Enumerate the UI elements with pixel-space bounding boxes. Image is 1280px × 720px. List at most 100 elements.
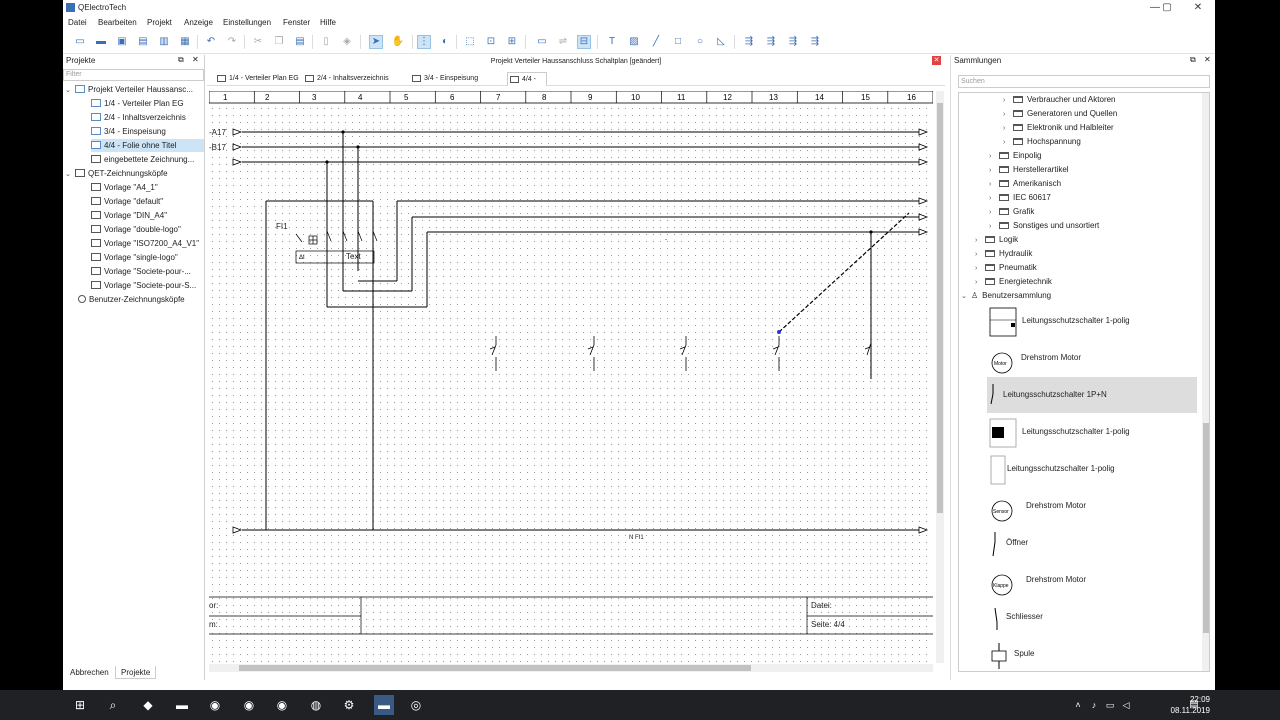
add-ellipse-icon[interactable]: ○ <box>693 35 707 49</box>
numbering-icon[interactable]: ⇶ <box>764 35 778 49</box>
paste-icon[interactable]: ▤ <box>293 35 307 49</box>
element-item[interactable]: Öffner <box>987 525 1197 561</box>
hand-tool-icon[interactable]: ✋ <box>391 35 405 49</box>
volume-icon[interactable]: ◁ <box>1118 697 1134 713</box>
save-as-icon[interactable]: ▤ <box>136 35 150 49</box>
tree-item-sheet[interactable]: 2/4 - Inhaltsverzeichnis <box>91 111 186 124</box>
qelectrotech-taskbar-icon[interactable]: ▬ <box>374 695 394 715</box>
element-item[interactable]: Sensor Drehstrom Motor <box>987 488 1197 524</box>
element-item[interactable]: Motor Drehstrom Motor <box>987 340 1197 376</box>
tree-item-titleblocks[interactable]: ⌄ QET-Zeichnungsköpfe <box>65 167 168 180</box>
collection-item[interactable]: › IEC 60617 <box>989 191 1051 204</box>
collection-search-input[interactable]: Suchen <box>958 75 1210 88</box>
collection-item[interactable]: › Logik <box>975 233 1018 246</box>
panel-float-icon[interactable]: ⧉ <box>1190 55 1196 65</box>
rotate-icon[interactable]: ◈ <box>340 35 354 49</box>
grid-icon[interactable]: ⋮ <box>417 35 431 49</box>
app-icon[interactable]: ◎ <box>408 697 424 713</box>
add-line-icon[interactable]: ╱ <box>649 35 663 49</box>
tree-item-template[interactable]: Vorlage "Societe-pour-S... <box>91 279 196 292</box>
delete-icon[interactable]: ▯ <box>319 35 333 49</box>
menu-hilfe[interactable]: Hilfe <box>320 18 336 27</box>
tree-item-embedded[interactable]: eingebettete Zeichnung... <box>91 153 194 166</box>
new-project-icon[interactable]: ▭ <box>73 35 87 49</box>
vertical-scrollbar[interactable] <box>936 91 944 663</box>
tree-item-template[interactable]: Vorlage "default" <box>91 195 163 208</box>
microphone-icon[interactable]: ♪ <box>1086 697 1102 713</box>
tree-item-project[interactable]: ⌄ Projekt Verteiler Haussansc... <box>65 83 193 96</box>
app-icon[interactable]: ◍ <box>308 697 324 713</box>
collection-item[interactable]: › Amerikanisch <box>989 177 1061 190</box>
close-project-icon[interactable]: ▥ <box>157 35 171 49</box>
select-all-icon[interactable]: ⬚ <box>463 35 477 49</box>
search-icon[interactable]: ⌕ <box>105 697 121 713</box>
collection-scrollbar[interactable] <box>1202 93 1209 671</box>
menu-anzeige[interactable]: Anzeige <box>184 18 213 27</box>
cut-icon[interactable]: ✂ <box>251 35 265 49</box>
close-button[interactable]: ✕ <box>1184 1 1212 15</box>
collection-item[interactable]: › Einpolig <box>989 149 1041 162</box>
add-row-icon[interactable]: ▭ <box>535 35 549 49</box>
select-tool-icon[interactable]: ➤ <box>369 35 383 49</box>
collection-item[interactable]: › Elektronik und Halbleiter <box>1003 121 1114 134</box>
tree-item-sheet-selected[interactable]: 4/4 - Folie ohne Titel <box>91 139 204 152</box>
tab-sheet-2[interactable]: 2/4 - Inhaltsverzeichnis <box>303 72 389 86</box>
element-item[interactable]: Leitungsschutzschalter 1-polig <box>987 451 1197 487</box>
add-text-icon[interactable]: T <box>605 35 619 49</box>
collection-item[interactable]: › Grafik <box>989 205 1034 218</box>
schematic-drawing[interactable]: 1 2 3 4 5 6 7 8 9 10 11 12 13 14 15 16 Δ… <box>209 91 933 663</box>
tree-item-template[interactable]: Vorlage "A4_1" <box>91 181 158 194</box>
element-item[interactable]: Spule <box>987 636 1197 671</box>
tab-sheet-3[interactable]: 3/4 - Einspeisung <box>410 72 478 86</box>
panel-close-icon[interactable]: ✕ <box>192 55 199 64</box>
tree-item-template[interactable]: Vorlage "ISO7200_A4_V1" <box>91 237 199 250</box>
tree-item-template[interactable]: Vorlage "double-logo" <box>91 223 181 236</box>
crossref-icon[interactable]: ⇶ <box>808 35 822 49</box>
tray-chevron-icon[interactable]: ˄ <box>1070 697 1086 713</box>
open-folder-icon[interactable]: ▬ <box>94 35 108 49</box>
notification-icon[interactable]: ▤ <box>1186 697 1202 713</box>
collection-item[interactable]: › Hydraulik <box>975 247 1032 260</box>
tab-projekte[interactable]: Projekte <box>115 666 157 679</box>
collection-item[interactable]: › Sonstiges und unsortiert <box>989 219 1099 232</box>
print-icon[interactable]: ▦ <box>178 35 192 49</box>
zoom-fit-icon[interactable]: ⊡ <box>484 35 498 49</box>
start-icon[interactable]: ⊞ <box>72 697 88 713</box>
element-item[interactable]: Leitungsschutzschalter 1-polig <box>987 303 1197 339</box>
panel-float-icon[interactable]: ⧉ <box>178 55 184 65</box>
chrome-icon[interactable]: ◉ <box>274 697 290 713</box>
tree-item-template[interactable]: Vorlage "single-logo" <box>91 251 178 264</box>
menu-projekt[interactable]: Projekt <box>147 18 172 27</box>
copy-icon[interactable]: ❐ <box>272 35 286 49</box>
chrome-icon[interactable]: ◉ <box>241 697 257 713</box>
schematic-canvas[interactable]: 1 2 3 4 5 6 7 8 9 10 11 12 13 14 15 16 Δ… <box>209 91 933 663</box>
terminal-strip-icon[interactable]: ⇶ <box>742 35 756 49</box>
redo-icon[interactable]: ↷ <box>225 35 239 49</box>
background-icon[interactable]: ◐ <box>438 35 452 49</box>
collection-item[interactable]: › Verbraucher und Aktoren <box>1003 93 1116 106</box>
tab-sheet-4[interactable]: 4/4 - <box>507 72 547 86</box>
menu-bearbeiten[interactable]: Bearbeiten <box>98 18 137 27</box>
network-icon[interactable]: ▭ <box>1102 697 1118 713</box>
add-rectangle-icon[interactable]: □ <box>671 35 685 49</box>
app-icon[interactable]: ◆ <box>140 697 156 713</box>
maximize-button[interactable]: ▢ <box>1153 1 1181 15</box>
collection-item[interactable]: › Pneumatik <box>975 261 1037 274</box>
save-icon[interactable]: ▣ <box>115 35 129 49</box>
tree-item-template[interactable]: Vorlage "DIN_A4" <box>91 209 167 222</box>
file-explorer-icon[interactable]: ▬ <box>174 697 190 713</box>
tab-abbrechen[interactable]: Abbrechen <box>65 666 114 679</box>
undo-icon[interactable]: ↶ <box>204 35 218 49</box>
collection-item[interactable]: › Energietechnik <box>975 275 1052 288</box>
collection-item[interactable]: › Generatoren und Quellen <box>1003 107 1117 120</box>
menu-einstellungen[interactable]: Einstellungen <box>223 18 271 27</box>
collection-item-user[interactable]: ⌄ ♙ Benutzersammlung <box>961 289 1051 302</box>
app-icon[interactable]: ⚙ <box>341 697 357 713</box>
chrome-icon[interactable]: ◉ <box>207 697 223 713</box>
conductor-icon[interactable]: ⇌ <box>556 35 570 49</box>
horizontal-scrollbar[interactable] <box>209 664 933 672</box>
project-filter-input[interactable]: Filter <box>63 69 204 81</box>
tree-item-sheet[interactable]: 1/4 - Verteiler Plan EG <box>91 97 184 110</box>
tab-sheet-1[interactable]: 1/4 - Verteiler Plan EG <box>215 72 299 86</box>
element-item[interactable]: Klappe Drehstrom Motor <box>987 562 1197 598</box>
